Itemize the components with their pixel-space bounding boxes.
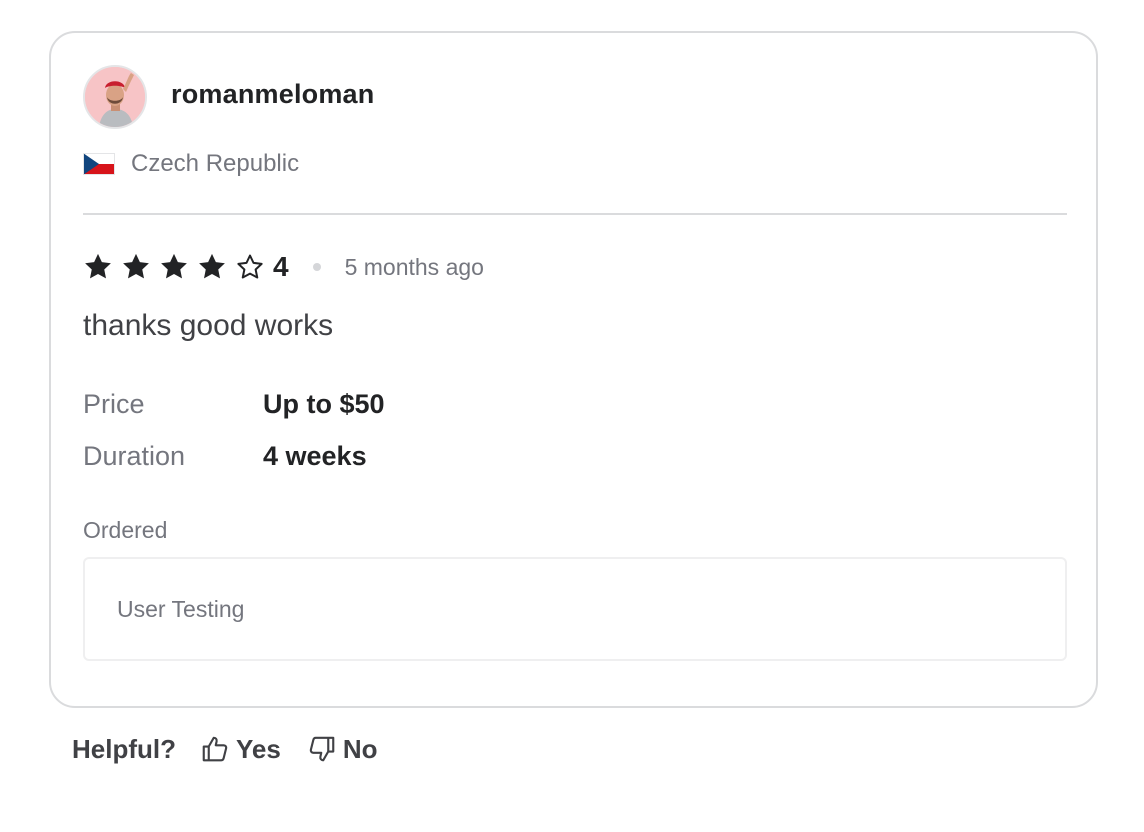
ordered-item-name: User Testing [117,595,245,622]
duration-value: 4 weeks [263,441,367,471]
helpful-row: Helpful? Yes No [72,730,404,768]
thumbs-up-icon [202,736,228,762]
star-rating [83,252,273,282]
no-label: No [342,733,378,764]
country-name: Czech Republic [131,150,300,177]
username[interactable]: romanmeloman [171,79,374,110]
helpful-yes-button[interactable]: Yes [200,734,281,765]
ordered-label: Ordered [83,517,168,543]
star-empty-icon [237,254,263,279]
helpful-no-button[interactable]: No [307,734,378,765]
price-row: Price Up to $50 [83,389,385,420]
thumbs-down-icon [309,736,335,762]
review-text: thanks good works [83,309,334,342]
czech-flag-icon [83,153,115,175]
price-value: Up to $50 [263,389,385,419]
yes-label: Yes [236,733,281,764]
helpful-label: Helpful? [72,733,176,764]
star-filled-icon [199,253,225,279]
rating-value: 4 [273,251,289,282]
star-filled-icon [85,253,111,279]
duration-label: Duration [83,441,186,471]
ordered-item-box[interactable]: User Testing [83,557,1067,661]
divider [83,213,1067,215]
user-avatar[interactable] [83,65,147,129]
review-card: romanmeloman Czech Republic 4 5 months a… [49,31,1098,708]
rating-row: 4 5 months ago [83,249,484,285]
duration-row: Duration 4 weeks [83,441,367,472]
star-filled-icon [161,253,187,279]
price-label: Price [83,389,145,419]
review-time: 5 months ago [344,253,484,280]
country-row: Czech Republic [83,149,299,179]
separator-dot [312,263,321,271]
star-filled-icon [123,253,149,279]
avatar-image [85,67,145,127]
